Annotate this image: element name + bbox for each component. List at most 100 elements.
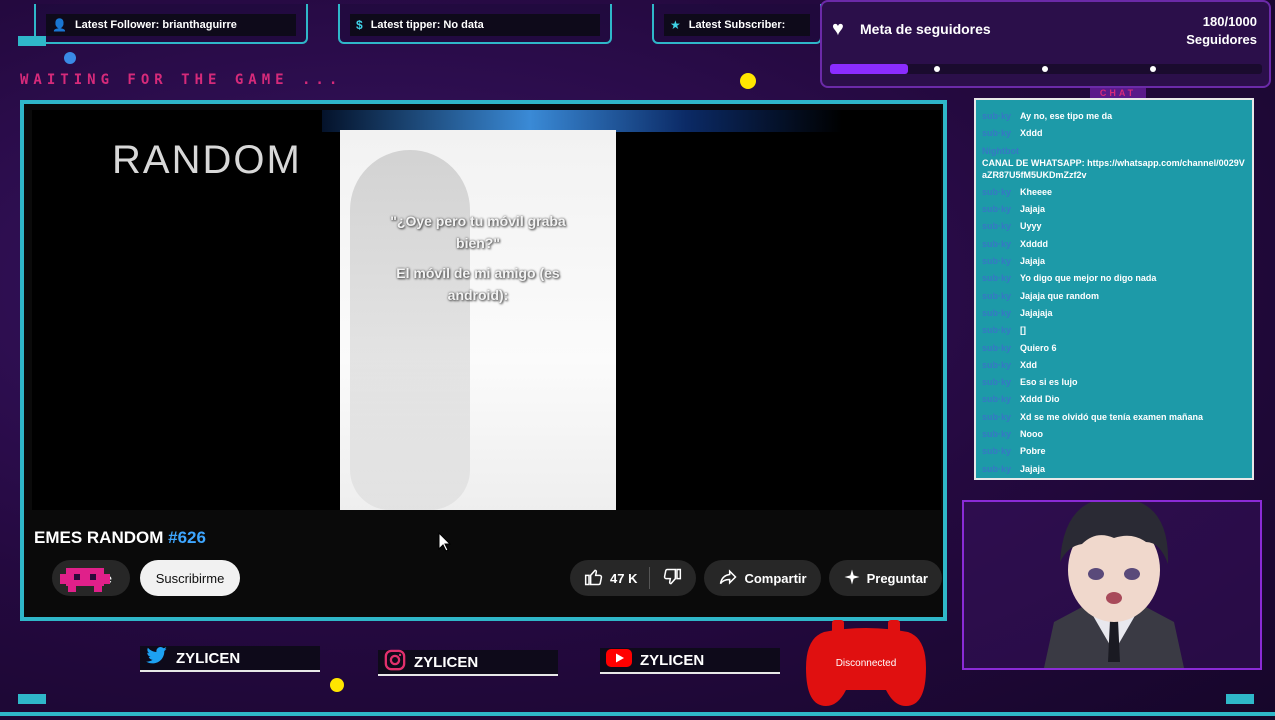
chat-username[interactable]: sub·ky bbox=[982, 411, 1014, 423]
video-caption-line2: El móvil de mi amigo (es android): bbox=[396, 265, 560, 303]
chat-username[interactable]: sub·ky bbox=[982, 203, 1014, 215]
chat-username[interactable]: sub·ky bbox=[982, 393, 1014, 405]
goal-progress-fill bbox=[830, 64, 908, 74]
chat-text: Xdd bbox=[1020, 359, 1037, 370]
heart-icon: ♥ bbox=[832, 18, 844, 40]
dollar-icon: $ bbox=[356, 18, 363, 32]
video-hashtag[interactable]: #626 bbox=[168, 528, 206, 547]
goal-marker bbox=[1150, 66, 1156, 72]
chat-message: sub·ky Jajaja bbox=[982, 463, 1248, 475]
chat-text: Yo digo que mejor no digo nada bbox=[1020, 273, 1157, 284]
youtube-icon bbox=[606, 649, 632, 671]
mouse-cursor-icon bbox=[438, 531, 452, 557]
chat-username[interactable]: sub·ky bbox=[982, 238, 1014, 250]
chat-text: Pobre bbox=[1020, 446, 1046, 457]
twitter-username: ZYLICEN bbox=[176, 649, 241, 667]
chat-text: Xdddd bbox=[1020, 238, 1048, 249]
chat-text: [] bbox=[1020, 325, 1026, 336]
goal-progress-track bbox=[830, 64, 1262, 74]
chat-message: sub·ky [] bbox=[982, 324, 1248, 336]
goal-count-unit: Seguidores bbox=[1186, 32, 1257, 47]
thumbs-up-icon[interactable] bbox=[584, 567, 604, 590]
latest-tipper-bar: $ Latest tipper: No data bbox=[338, 4, 612, 44]
goal-count-value: 180/1000 bbox=[1202, 14, 1257, 29]
chat-message: sub·ky Xd se me olvidó que tenía examen m… bbox=[982, 411, 1248, 423]
chat-text: Xd se me olvidó que tenía examen mañana bbox=[1020, 411, 1204, 422]
video-title: EMES RANDOM #626 bbox=[34, 528, 206, 548]
latest-follower-bar: 👤 Latest Follower: brianthaguirre bbox=[34, 4, 308, 44]
instagram-username: ZYLICEN bbox=[414, 653, 479, 671]
chat-text: Jajaja bbox=[1020, 204, 1046, 215]
chat-text: Ay no, ese tipo me da bbox=[1020, 111, 1113, 121]
chat-username[interactable]: sub·ky bbox=[982, 255, 1014, 267]
video-caption-line1: "¿Oye pero tu móvil graba bien?" bbox=[390, 213, 566, 251]
chat-text: Jajaja que random bbox=[1020, 290, 1100, 301]
twitter-handle[interactable]: ZYLICEN bbox=[140, 646, 320, 672]
chat-text: Eso si es lujo bbox=[1020, 377, 1078, 388]
instagram-icon bbox=[384, 649, 406, 675]
controller-status: Disconnected bbox=[835, 658, 897, 669]
video-player[interactable]: RANDOM "¿Oye pero tu móvil graba bien?" … bbox=[32, 110, 941, 510]
chat-username[interactable]: sub·ky bbox=[982, 307, 1014, 319]
chat-username[interactable]: Nightbot bbox=[982, 146, 1019, 156]
chat-text: Xddd Dio bbox=[1020, 394, 1060, 405]
chat-panel: sub·ky Ay no, ese tipo me da sub·ky Xddd Nig… bbox=[974, 98, 1254, 480]
corner-decoration bbox=[18, 36, 46, 46]
chat-text: CANAL DE WHATSAPP: https://whatsapp.com/… bbox=[982, 157, 1245, 180]
blue-dot-decoration bbox=[64, 52, 76, 64]
chat-username[interactable]: sub·ky bbox=[982, 324, 1014, 336]
chat-username[interactable]: sub·ky bbox=[982, 186, 1014, 198]
yellow-dot-decoration bbox=[740, 73, 756, 89]
latest-subscriber-text: Latest Subscriber: bbox=[688, 19, 786, 31]
chat-username[interactable]: sub·ky bbox=[982, 272, 1014, 284]
chat-username[interactable]: sub·ky bbox=[982, 220, 1014, 232]
like-dislike-group: 47 K bbox=[570, 560, 697, 596]
chat-text: Quiero 6 bbox=[1020, 342, 1057, 353]
chat-message: sub·ky Uyyy bbox=[982, 220, 1248, 232]
chat-message: sub·ky Ay no, ese tipo me da bbox=[982, 110, 1248, 122]
video-frame: RANDOM "¿Oye pero tu móvil graba bien?" … bbox=[20, 100, 947, 621]
chat-message: sub·ky Jajaja bbox=[982, 203, 1248, 215]
chat-text: Jajaja bbox=[1020, 256, 1046, 267]
chat-username[interactable]: sub·ky bbox=[982, 110, 1014, 122]
chat-username[interactable]: sub·ky bbox=[982, 342, 1014, 354]
chat-message: Nightbot CANAL DE WHATSAPP: https://whats… bbox=[982, 145, 1248, 181]
chat-message: sub·ky Xddd Dio bbox=[982, 393, 1248, 405]
chat-message: sub·ky Jajaja bbox=[982, 255, 1248, 267]
chat-message: sub·ky Eso si es lujo bbox=[982, 376, 1248, 388]
share-icon bbox=[718, 567, 738, 590]
chat-message: sub·ky Pobre bbox=[982, 445, 1248, 457]
chat-message: sub·ky Xdd bbox=[982, 359, 1248, 371]
chat-text: Jajajaja bbox=[1020, 307, 1053, 318]
subscribe-button[interactable]: Suscribirme bbox=[140, 560, 240, 596]
goal-count: 180/1000 Seguidores bbox=[1186, 13, 1257, 49]
vtuber-avatar-frame bbox=[962, 497, 1262, 670]
share-button[interactable]: Compartir bbox=[704, 560, 821, 596]
goal-label: Meta de seguidores bbox=[860, 21, 991, 37]
like-count[interactable]: 47 K bbox=[610, 571, 637, 586]
ask-button[interactable]: Preguntar bbox=[828, 560, 942, 596]
youtube-handle[interactable]: ZYLICEN bbox=[600, 648, 780, 674]
latest-tipper-text: Latest tipper: No data bbox=[370, 19, 484, 31]
chat-username[interactable]: sub·ky bbox=[982, 445, 1014, 457]
bottom-border bbox=[0, 712, 1275, 716]
instagram-handle[interactable]: ZYLICEN bbox=[378, 649, 558, 676]
ask-label: Preguntar bbox=[866, 570, 928, 586]
chat-text: Jajaja bbox=[1020, 463, 1046, 474]
chat-message: sub·ky Xdddd bbox=[982, 238, 1248, 250]
user-icon: 👤 bbox=[52, 18, 67, 32]
chat-username[interactable]: sub·ky bbox=[982, 376, 1014, 388]
goal-marker bbox=[1042, 66, 1048, 72]
yellow-dot-decoration bbox=[330, 678, 344, 692]
goal-marker bbox=[934, 66, 940, 72]
chat-message: sub·ky Yo digo que mejor no digo nada bbox=[982, 272, 1248, 284]
follower-goal-widget: ♥ Meta de seguidores 180/1000 Seguidores bbox=[820, 0, 1271, 88]
chat-username[interactable]: sub·ky bbox=[982, 359, 1014, 371]
short-video[interactable]: "¿Oye pero tu móvil graba bien?" El móvi… bbox=[340, 130, 616, 510]
corner-decoration bbox=[18, 694, 46, 704]
chat-username[interactable]: sub·ky bbox=[982, 127, 1014, 139]
thumbs-down-icon[interactable] bbox=[662, 567, 682, 590]
chat-username[interactable]: sub·ky bbox=[982, 428, 1014, 440]
chat-username[interactable]: sub·ky bbox=[982, 463, 1014, 475]
chat-username[interactable]: sub·ky bbox=[982, 290, 1014, 302]
